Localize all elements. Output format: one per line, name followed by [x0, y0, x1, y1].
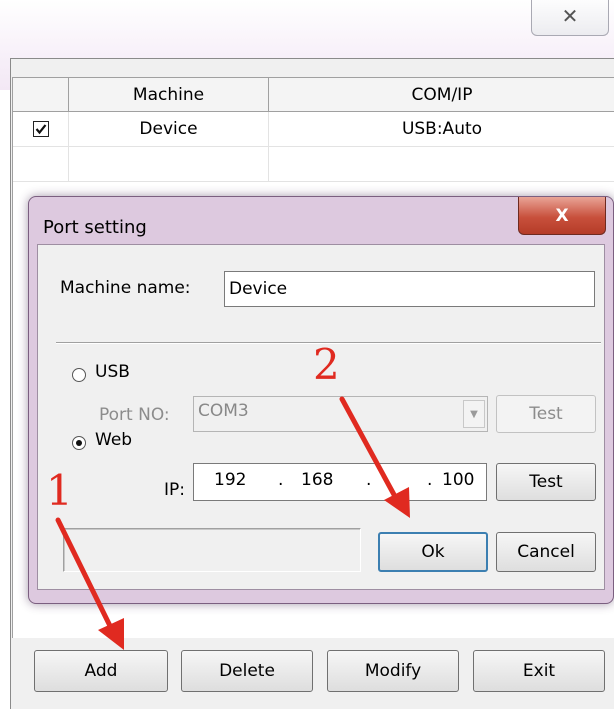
- dialog-close-button[interactable]: X: [518, 197, 606, 235]
- row-check-cell: [13, 112, 69, 146]
- ip-separator: .: [278, 470, 284, 490]
- row-com-ip-cell: USB:Auto: [401, 119, 483, 139]
- close-icon: X: [555, 205, 569, 226]
- checkmark-icon: [35, 124, 46, 135]
- ip-address-input[interactable]: 192 . 168 . . 100: [193, 463, 487, 501]
- annotation-step-1: 1: [46, 466, 73, 515]
- machine-name-value: Device: [229, 279, 288, 299]
- status-field: [63, 528, 361, 572]
- row-machine-cell: Device: [69, 112, 269, 146]
- modify-button[interactable]: Modify: [327, 650, 459, 692]
- ip-separator: .: [366, 470, 372, 490]
- port-no-select[interactable]: COM3 ▼: [193, 396, 488, 432]
- dialog-body: Machine name: Device USB Port NO: COM3 ▼…: [37, 244, 605, 590]
- empty-cell: [69, 147, 269, 181]
- radio-selected-dot: [76, 440, 82, 446]
- window-close-button[interactable]: ✕: [531, 0, 609, 36]
- close-icon: ✕: [561, 3, 579, 28]
- cancel-button[interactable]: Cancel: [496, 532, 596, 572]
- web-radio[interactable]: [72, 436, 86, 450]
- delete-button[interactable]: Delete: [181, 650, 313, 692]
- ok-button[interactable]: Ok: [378, 532, 488, 572]
- ip-separator: .: [427, 470, 433, 490]
- ip-octet-2: 168: [301, 470, 334, 490]
- table-row[interactable]: Device USB:Auto: [13, 112, 614, 147]
- ip-label: IP:: [164, 480, 185, 500]
- table-row-empty: [13, 147, 614, 182]
- column-header-machine[interactable]: Machine: [69, 78, 269, 111]
- exit-button[interactable]: Exit: [473, 650, 605, 692]
- machine-name-input[interactable]: Device: [224, 271, 595, 307]
- usb-radio[interactable]: [72, 368, 86, 382]
- port-no-label: Port NO:: [99, 405, 170, 425]
- ip-octet-4: 100: [442, 470, 475, 490]
- dialog-title: Port setting: [43, 217, 147, 238]
- empty-cell: [13, 147, 69, 181]
- port-setting-dialog: Port setting X Machine name: Device USB …: [28, 196, 614, 604]
- chevron-down-icon[interactable]: ▼: [463, 400, 485, 428]
- column-header-com-ip[interactable]: COM/IP: [269, 78, 614, 111]
- row-checkbox[interactable]: [32, 121, 49, 137]
- grid-header: Machine COM/IP: [13, 78, 614, 112]
- annotation-step-2: 2: [313, 340, 340, 389]
- ip-octet-1: 192: [214, 470, 247, 490]
- usb-test-button[interactable]: Test: [496, 395, 596, 433]
- add-button[interactable]: Add: [34, 650, 168, 692]
- machine-name-label: Machine name:: [60, 278, 191, 298]
- usb-label: USB: [95, 362, 130, 382]
- web-test-button[interactable]: Test: [496, 463, 596, 501]
- empty-cell: [269, 147, 614, 181]
- port-no-value: COM3: [198, 401, 249, 421]
- web-label: Web: [95, 430, 133, 450]
- column-header-check: [13, 78, 69, 111]
